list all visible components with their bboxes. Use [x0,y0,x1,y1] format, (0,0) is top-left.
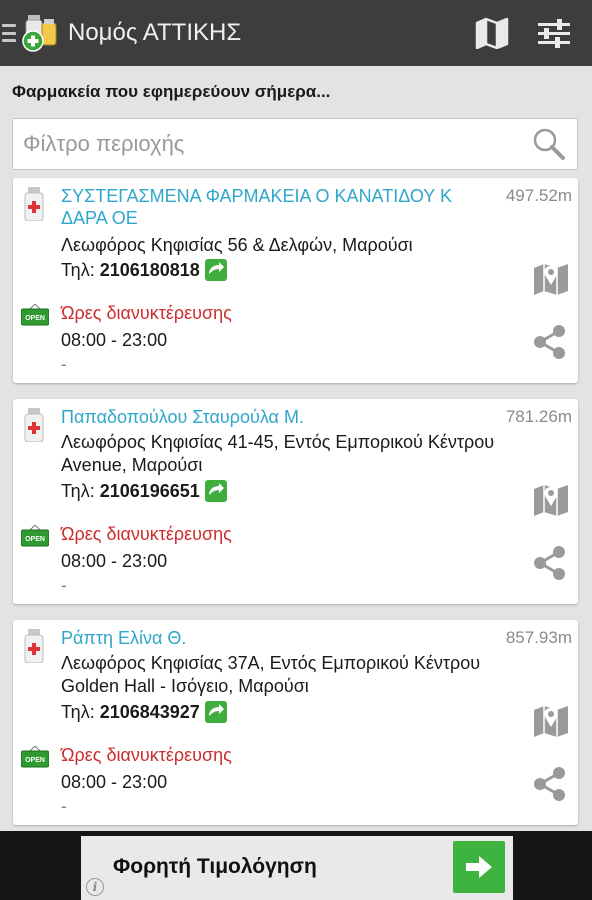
phone-number[interactable]: 2106843927 [100,702,200,723]
call-icon[interactable] [204,701,227,723]
share-icon[interactable] [532,766,568,802]
distance-label: 857.93m [505,628,572,647]
sliders-icon [538,19,570,48]
pharmacy-name-link[interactable]: Παπαδοπούλου Σταυρούλα Μ. [61,406,461,428]
extra-info: - [61,355,67,374]
map-icon [475,17,509,49]
open-sign-icon: OPEN [21,746,49,768]
phone-number[interactable]: 2106196651 [100,481,200,502]
phone-row: Τηλ: 2106196651 [61,480,227,502]
svg-text:OPEN: OPEN [25,536,45,543]
arrow-right-icon [466,856,492,878]
page-subtitle: Φαρμακεία που εφημερεύουν σήμερα... [12,82,331,101]
address-text: Λεωφόρος Κηφισίας 41-45, Εντός Εμπορικού… [61,432,495,475]
app-title: Νομός ΑΤΤΙΚΗΣ [68,19,242,46]
hours-value: 08:00 - 23:00 [61,330,168,350]
pharmacy-card[interactable]: Παπαδοπούλου Σταυρούλα Μ. 781.26m Λεωφόρ… [13,399,578,604]
ad-go-button[interactable] [453,841,505,893]
pharmacy-card[interactable]: Ράπτη Ελίνα Θ. 857.93m Λεωφόρος Κηφισίας… [13,620,578,825]
pill-bottle-icon [24,629,44,663]
svg-text:OPEN: OPEN [25,315,45,322]
area-filter [12,118,578,170]
phone-row: Τηλ: 2106180818 [61,259,227,281]
phone-row: Τηλ: 2106843927 [61,701,227,723]
open-sign-icon: OPEN [21,304,49,326]
call-icon[interactable] [204,480,227,502]
share-icon[interactable] [532,324,568,360]
map-pin-icon[interactable] [532,260,570,296]
phone-prefix: Τηλ: [61,259,95,280]
pharmacy-name-link[interactable]: ΣΥΣΤΕΓΑΣΜΕΝΑ ΦΑΡΜΑΚΕΙΑ Ο ΚΑΝΑΤΙΔΟΥ Κ ΔΑΡ… [61,185,461,229]
area-filter-input[interactable] [13,119,527,169]
drawer-menu-icon[interactable] [2,22,16,44]
call-icon[interactable] [204,259,227,281]
map-view-button[interactable] [468,9,516,57]
ad-banner[interactable]: Φορητή Τιμολόγηση i [81,836,513,900]
pill-bottle-icon [24,408,44,442]
extra-info: - [61,576,67,595]
phone-prefix: Τηλ: [61,480,95,501]
map-pin-icon[interactable] [532,702,570,738]
share-icon[interactable] [532,545,568,581]
action-bar: Νομός ΑΤΤΙΚΗΣ [0,0,592,66]
svg-text:OPEN: OPEN [25,757,45,764]
app-logo-icon[interactable] [20,13,60,53]
open-sign-icon: OPEN [21,525,49,547]
pharmacy-card[interactable]: ΣΥΣΤΕΓΑΣΜΕΝΑ ΦΑΡΜΑΚΕΙΑ Ο ΚΑΝΑΤΙΔΟΥ Κ ΔΑΡ… [13,178,578,383]
pharmacy-name-link[interactable]: Ράπτη Ελίνα Θ. [61,627,461,649]
pill-bottle-icon [24,187,44,221]
ad-text[interactable]: Φορητή Τιμολόγηση [113,855,317,879]
address-text: Λεωφόρος Κηφισίας 37Α, Εντός Εμπορικού Κ… [61,653,481,696]
hours-label: Ώρες διανυκτέρευσης [61,745,232,765]
distance-label: 497.52m [505,186,572,205]
search-icon[interactable] [527,122,571,166]
settings-sliders-button[interactable] [530,9,578,57]
phone-prefix: Τηλ: [61,701,95,722]
hours-value: 08:00 - 23:00 [61,551,168,571]
address-text: Λεωφόρος Κηφισίας 56 & Δελφών, Μαρούσι [61,235,413,255]
map-pin-icon[interactable] [532,481,570,517]
hours-value: 08:00 - 23:00 [61,772,168,792]
hours-label: Ώρες διανυκτέρευσης [61,303,232,323]
phone-number[interactable]: 2106180818 [100,260,200,281]
ad-info-icon[interactable]: i [86,878,104,896]
hours-label: Ώρες διανυκτέρευσης [61,524,232,544]
extra-info: - [61,797,67,816]
distance-label: 781.26m [505,407,572,426]
